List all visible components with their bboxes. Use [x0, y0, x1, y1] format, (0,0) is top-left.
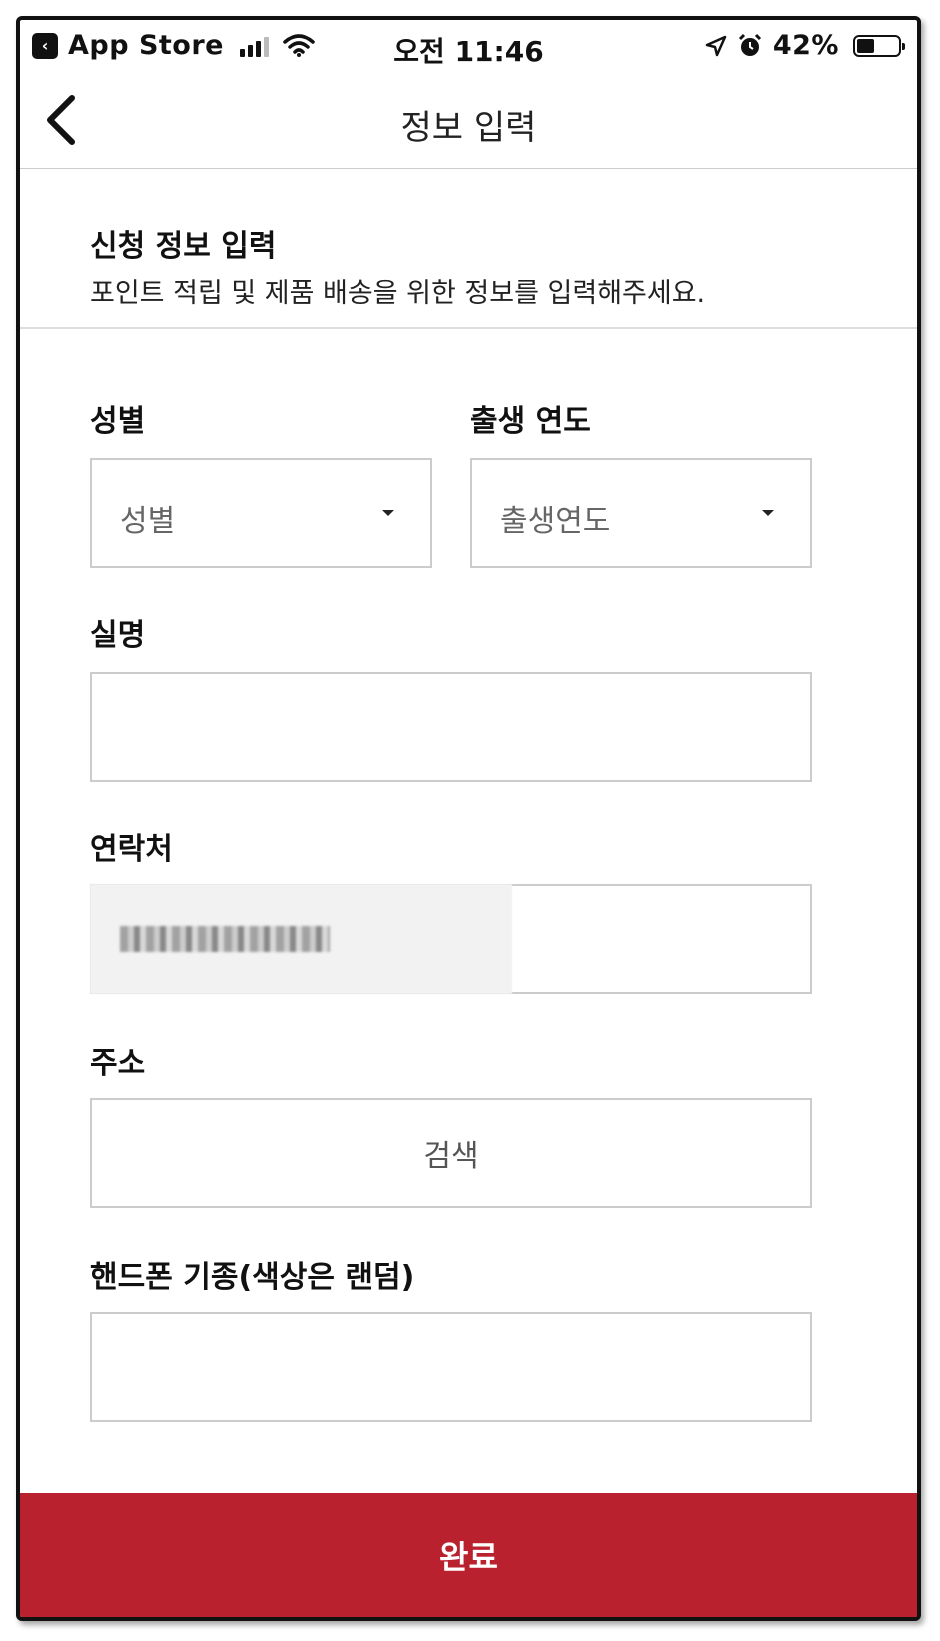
phone-redacted-value — [120, 926, 330, 952]
nav-bar: 정보 입력 — [20, 76, 917, 169]
name-input[interactable] — [90, 672, 812, 782]
intro-section: 신청 정보 입력 포인트 적립 및 제품 배송을 위한 정보를 입력해주세요. — [20, 169, 917, 329]
address-search-button[interactable]: 검색 — [90, 1098, 812, 1208]
battery-level — [857, 38, 874, 53]
submit-label: 완료 — [439, 1538, 498, 1576]
device-input[interactable] — [90, 1312, 812, 1422]
gender-label: 성별 — [90, 404, 146, 439]
gender-select[interactable]: 성별 — [90, 458, 432, 568]
chevron-down-icon — [382, 510, 394, 516]
device-label: 핸드폰 기종(색상은 랜덤) — [90, 1260, 415, 1295]
battery-icon — [853, 34, 905, 57]
page-title: 정보 입력 — [400, 108, 537, 148]
birth-year-label: 출생 연도 — [470, 404, 591, 439]
birth-year-select[interactable]: 출생연도 — [470, 458, 812, 568]
gender-select-value: 성별 — [120, 504, 176, 539]
phone-label: 연락처 — [90, 832, 173, 867]
chevron-down-icon — [762, 510, 774, 516]
birth-year-select-value: 출생연도 — [500, 504, 611, 539]
status-bar-right: 42% — [705, 30, 905, 61]
submit-button[interactable]: 완료 — [20, 1493, 917, 1617]
alarm-icon — [738, 33, 761, 56]
address-search-label: 검색 — [423, 1139, 479, 1174]
location-icon — [705, 35, 727, 56]
address-label: 주소 — [90, 1046, 146, 1081]
name-label: 실명 — [90, 618, 146, 653]
section-title: 신청 정보 입력 — [90, 229, 277, 264]
status-bar: ‹ App Store 오전 11:46 42% — [20, 20, 917, 76]
phone-screen: ‹ App Store 오전 11:46 42% 정보 입력 신청 정보 입력 … — [16, 16, 921, 1621]
battery-percent: 42% — [772, 30, 839, 61]
section-description: 포인트 적립 및 제품 배송을 위한 정보를 입력해주세요. — [90, 278, 706, 309]
